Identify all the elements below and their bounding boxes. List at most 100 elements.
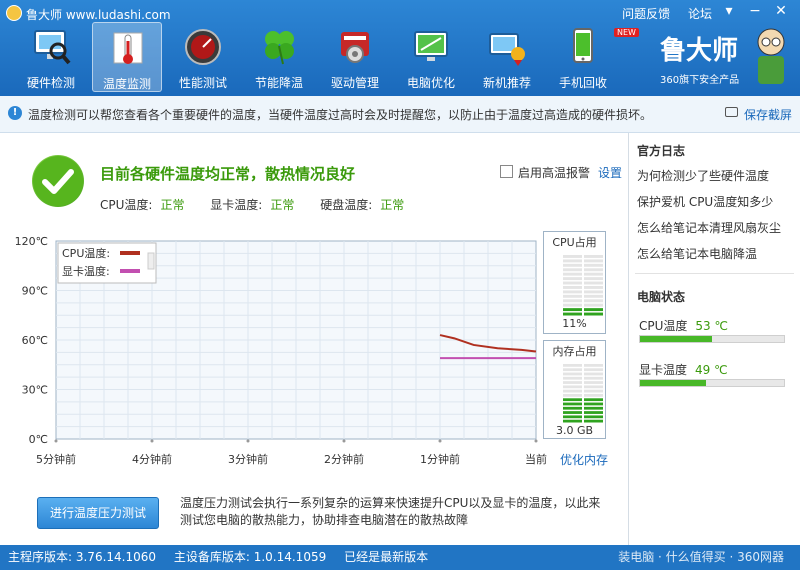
gpu-temp-label: 显卡温度: [210,198,263,212]
nav-temperature-monitor[interactable]: 温度监测 [92,22,162,92]
usage-bar-segment [563,308,582,312]
x-tick-mark [534,439,538,443]
usage-bar-segment [563,259,582,263]
usage-bar-segment [584,372,603,376]
high-temp-alarm[interactable]: 启用高温报警 [500,164,590,181]
gpu-temp-bar-fill [640,380,707,386]
usage-bar-segment [563,411,582,414]
nav-hardware-check[interactable]: 硬件检测 [16,22,86,92]
nav-label: 温度监测 [102,77,151,91]
usage-bar-segment [563,406,582,410]
feedback-link[interactable]: 问题反馈 [622,7,670,21]
usage-bar-segment [563,368,582,372]
x-tick-mark [246,439,250,443]
close-icon[interactable]: ✕ [772,3,790,19]
header-bar: 鲁大师 www.ludashi.com 问题反馈 论坛 ▾ − ✕ 硬件检测 温 [0,0,800,96]
alarm-label: 启用高温报警 [518,166,591,180]
usage-bar-segment [563,290,582,294]
memory-usage-gauge: 内存占用 3.0 GB [543,340,606,439]
usage-bar-segment [563,381,582,384]
usage-bar-segment [584,415,603,419]
info-icon: ! [8,106,22,120]
nav-pc-optimize[interactable]: 电脑优化 [396,22,466,92]
x-tick-label: 5分钟前 [36,452,76,466]
usage-bar-segment [563,272,582,276]
usage-bar-segment [563,286,582,289]
usage-bar-segment [584,381,603,384]
right-sidebar: 官方日志 为何检测少了些硬件温度 保护爱机 CPU温度知多少 怎么给笔记本清理风… [628,133,800,545]
usage-bar-segment [563,385,582,389]
gpu-temp-bar [639,379,785,387]
x-tick-label: 2分钟前 [324,452,364,466]
sidebar-cpu-temp-value: 53 ℃ [695,319,728,333]
new-pc-icon [489,33,525,66]
log-link[interactable]: 怎么给笔记本清理风扇灰尘 [637,219,781,236]
y-tick-label: 60℃ [22,334,48,347]
nav-label: 手机回收 [558,76,607,90]
usage-bar-segment [584,376,603,380]
legend-label: 显卡温度: [62,264,110,278]
usage-bar-segment [584,411,603,414]
usage-bar-segment [563,303,582,307]
cpu-temp-bar-fill [640,336,712,342]
nav-driver-manager[interactable]: 驱动管理 [320,22,390,92]
usage-bar-segment [584,277,603,281]
usage-bar-segment [563,294,582,298]
stress-test-button[interactable]: 进行温度压力测试 [37,497,159,529]
optimize-memory-link[interactable]: 优化内存 [560,451,608,468]
skin-icon[interactable]: ▾ [720,3,738,19]
usage-bar-segment [563,389,582,393]
usage-bar-segment [563,372,582,376]
x-tick-label: 当前 [525,452,547,466]
usage-bar-segment [584,299,603,303]
cpu-usage-gauge: CPU占用 11% [543,231,606,334]
nav-performance-test[interactable]: 性能测试 [168,22,238,92]
x-tick-mark [342,439,346,443]
x-tick-label: 3分钟前 [228,452,268,466]
usage-bar-segment [584,255,603,258]
usage-bar-segment [563,299,582,303]
status-title: 目前各硬件温度均正常，散热情况良好 [100,165,356,183]
sidebar-cpu-temp-label: CPU温度 [639,319,688,333]
app-logo-icon [6,5,22,21]
sidebar-gpu-temp-label: 显卡温度 [639,363,688,377]
log-link[interactable]: 怎么给笔记本电脑降温 [637,245,757,262]
brand-logo: 鲁大师 [660,36,739,66]
log-link[interactable]: 保护爱机 CPU温度知多少 [637,193,773,210]
sidebar-divider [635,273,794,274]
top-links: 问题反馈 论坛 [608,5,712,22]
forum-link[interactable]: 论坛 [688,7,712,21]
main-panel: 目前各硬件温度均正常，散热情况良好 CPU温度: 正常 显卡温度: 正常 硬盘温度:… [0,133,628,545]
driver-gear-icon [341,32,369,63]
disk-temp-status: 正常 [380,198,405,212]
save-screenshot-link[interactable]: 保存截屏 [744,106,792,123]
usage-bar-segment [584,389,603,393]
usage-bar-segment [563,364,582,367]
nav-phone-recycle[interactable]: 手机回收 [548,22,618,92]
log-link[interactable]: 为何检测少了些硬件温度 [637,167,769,184]
nav-new-pc[interactable]: 新机推荐 [472,22,542,92]
usage-bar-segment [563,277,582,281]
temperature-readings: CPU温度: 正常 显卡温度: 正常 硬盘温度: 正常 [100,196,426,213]
nav-energy-saving[interactable]: 节能降温 [244,22,314,92]
camera-icon[interactable] [725,107,738,117]
usage-bar-segment [563,263,582,267]
speedometer-icon [185,29,221,65]
settings-link[interactable]: 设置 [598,164,622,181]
x-tick-label: 1分钟前 [420,452,460,466]
usage-bar-segment [563,398,582,402]
usage-bar-segment [563,402,582,406]
usage-bar-segment [584,394,603,397]
nav-label: 硬件检测 [26,76,75,90]
usage-bar-segment [584,272,603,276]
alarm-checkbox[interactable] [500,165,513,178]
usage-bar-segment [584,419,603,423]
memory-usage-value: 3.0 GB [555,424,594,437]
latest-version-text: 已经是最新版本 [344,550,429,564]
cpu-temp-label: CPU温度: [100,198,153,212]
minimize-icon[interactable]: − [746,3,764,19]
app-title: 鲁大师 www.ludashi.com [26,8,171,22]
cpu-usage-value: 11% [562,317,587,330]
new-badge: NEW [614,28,639,37]
x-tick-mark [54,439,58,443]
